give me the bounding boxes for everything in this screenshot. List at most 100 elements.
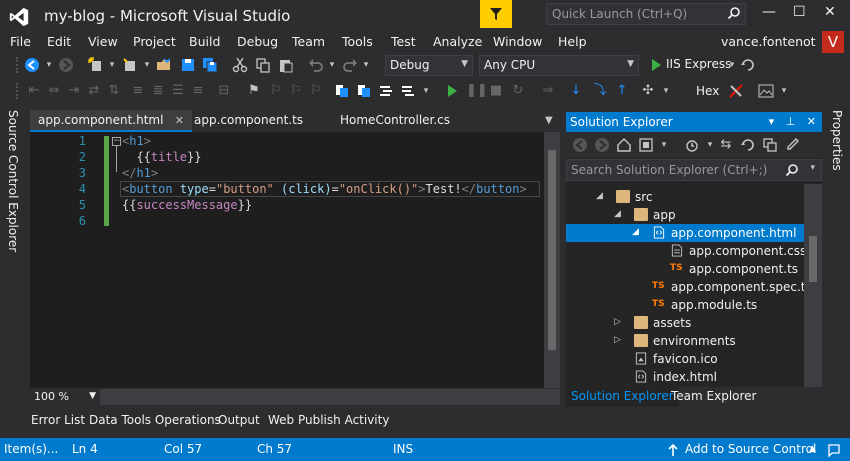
home-icon[interactable]	[616, 137, 632, 153]
tab-homecontroller-cs[interactable]: HomeController.cs	[332, 110, 458, 132]
chevron-down-icon[interactable]: ▾	[358, 57, 374, 73]
tab-app-component-html[interactable]: app.component.html ✕	[30, 110, 192, 132]
center-icon[interactable]: ⊟	[216, 83, 232, 99]
pending-changes-icon[interactable]	[684, 137, 700, 153]
back-icon[interactable]	[572, 137, 588, 153]
feedback-filter-button[interactable]	[480, 0, 512, 28]
menu-edit[interactable]: Edit	[47, 34, 71, 49]
tree-node-index-html[interactable]: index.html	[566, 368, 804, 386]
tree-node-src[interactable]: ◢ src	[566, 188, 804, 206]
chevron-down-icon[interactable]: ▾	[324, 57, 340, 73]
pin-icon[interactable]: ⊥	[786, 115, 796, 128]
align-right-icon[interactable]: ⇥	[66, 83, 82, 99]
stop-icon[interactable]: ■	[488, 83, 504, 99]
save-icon[interactable]	[180, 57, 196, 73]
bookmark-prev-icon[interactable]: ⚐	[268, 83, 284, 99]
code-editor[interactable]: 1 2 3 4 5 6 − <h1> {{title}} </h1> <butt…	[30, 132, 544, 388]
menu-analyze[interactable]: Analyze	[433, 34, 482, 49]
step-into-icon[interactable]: ↓	[568, 83, 584, 99]
solution-search-input[interactable]: Search Solution Explorer (Ctrl+;) ▾	[566, 159, 822, 181]
restart-icon[interactable]: ↻	[510, 83, 526, 99]
tree-node-app-component-ts[interactable]: TS app.component.ts	[566, 260, 804, 278]
flame-icon[interactable]: ✣	[640, 83, 656, 99]
tree-node-app-module-ts[interactable]: TS app.module.ts	[566, 296, 804, 314]
window-position-icon[interactable]: ▾	[769, 115, 775, 128]
copy-icon[interactable]	[255, 57, 271, 73]
chevron-down-icon[interactable]: ▾	[658, 83, 674, 99]
notifications-icon[interactable]	[826, 442, 842, 458]
zoom-select[interactable]: 100 % ▼	[30, 389, 100, 405]
tab-app-component-ts[interactable]: app.component.ts	[186, 110, 311, 132]
chevron-up-icon[interactable]: ▲	[809, 444, 816, 454]
save-all-icon[interactable]	[202, 57, 218, 73]
scrollbar-thumb[interactable]	[548, 150, 556, 350]
add-item-icon[interactable]	[122, 57, 138, 73]
spacing-icon[interactable]: ≣	[150, 83, 166, 99]
close-window-button[interactable]: ✕	[824, 4, 836, 20]
menu-team[interactable]: Team	[292, 34, 325, 49]
chevron-down-icon[interactable]: ▾	[139, 57, 155, 73]
open-file-icon[interactable]	[156, 57, 172, 73]
outdent-icon[interactable]	[400, 83, 416, 99]
close-icon[interactable]: ✕	[807, 115, 816, 128]
code-line[interactable]: <button type="button" (click)="onClick()…	[122, 182, 527, 196]
collapsed-arrow-icon[interactable]: ▷	[614, 335, 621, 345]
platform-select[interactable]: Any CPU ▼	[479, 55, 639, 76]
tree-node-app-component-css[interactable]: app.component.css	[566, 242, 804, 260]
cut-icon[interactable]	[232, 57, 248, 73]
bookmark-icon[interactable]: ⚑	[246, 83, 262, 99]
bookmark-next-icon[interactable]: ⚐	[288, 83, 304, 99]
menu-tools[interactable]: Tools	[342, 34, 373, 49]
chevron-down-icon[interactable]: ▾	[724, 57, 740, 73]
chevron-down-icon[interactable]: ▾	[776, 83, 792, 99]
chevron-down-icon[interactable]: ▾	[810, 163, 815, 173]
paste-icon[interactable]	[278, 57, 294, 73]
step-over-icon[interactable]: ⤵	[592, 83, 608, 99]
code-line[interactable]: </h1>	[122, 166, 158, 180]
menu-view[interactable]: View	[88, 34, 118, 49]
exception-settings-icon[interactable]	[728, 83, 744, 99]
properties-icon[interactable]	[784, 137, 800, 153]
tab-overflow-icon[interactable]: ▼	[545, 115, 553, 126]
size-width-icon[interactable]: ⇄	[86, 83, 102, 99]
tree-node-favicon-ico[interactable]: favicon.ico	[566, 350, 804, 368]
menu-test[interactable]: Test	[391, 34, 416, 49]
expanded-arrow-icon[interactable]: ◢	[596, 191, 603, 201]
menu-build[interactable]: Build	[189, 34, 220, 49]
chevron-down-icon[interactable]: ▾	[418, 83, 434, 99]
sync-icon[interactable]: ⇆	[718, 137, 734, 153]
scrollbar-thumb[interactable]	[809, 236, 817, 282]
chevron-down-icon[interactable]: ▾	[702, 137, 718, 153]
pause-icon[interactable]: ❚❚	[466, 83, 488, 99]
align-center-icon[interactable]: ⇔	[46, 83, 62, 99]
toolbar-grip[interactable]	[16, 57, 20, 73]
continue-icon[interactable]	[444, 83, 460, 99]
tab-solution-explorer[interactable]: Solution Explorer	[566, 387, 679, 407]
tree-node-app[interactable]: ◢ app	[566, 206, 804, 224]
tree-node-app-component-spec-ts[interactable]: TS app.component.spec.ts	[566, 278, 804, 296]
tab-error-list[interactable]: Error List	[31, 413, 85, 427]
collapsed-arrow-icon[interactable]: ▷	[614, 317, 621, 327]
browser-refresh-icon[interactable]	[740, 57, 756, 73]
menu-debug[interactable]: Debug	[237, 34, 278, 49]
refresh-icon[interactable]	[740, 137, 756, 153]
navigate-forward-icon[interactable]	[58, 57, 74, 73]
collapse-all-icon[interactable]	[762, 137, 778, 153]
expanded-arrow-icon[interactable]: ◢	[614, 209, 621, 219]
spacing-icon[interactable]: ≡	[190, 83, 206, 99]
tab-data-tools-operations[interactable]: Data Tools Operations	[89, 413, 221, 427]
tab-output[interactable]: Output	[218, 413, 260, 427]
forward-icon[interactable]	[594, 137, 610, 153]
avatar[interactable]: V	[822, 31, 844, 53]
tree-node-environments[interactable]: ▷ environments	[566, 332, 804, 350]
spacing-icon[interactable]: ☰	[170, 83, 186, 99]
quick-launch-input[interactable]: Quick Launch (Ctrl+Q)	[546, 3, 746, 25]
toolbar-grip[interactable]	[16, 83, 20, 99]
tree-node-app-component-html[interactable]: ◢ app.component.html	[566, 224, 804, 242]
solution-tree-scrollbar[interactable]	[804, 184, 822, 406]
navigate-back-icon[interactable]	[24, 57, 40, 73]
editor-horizontal-scrollbar[interactable]	[100, 389, 560, 405]
align-left-icon[interactable]: ⇤	[26, 83, 42, 99]
menu-file[interactable]: File	[10, 34, 31, 49]
tree-node-assets[interactable]: ▷ assets	[566, 314, 804, 332]
